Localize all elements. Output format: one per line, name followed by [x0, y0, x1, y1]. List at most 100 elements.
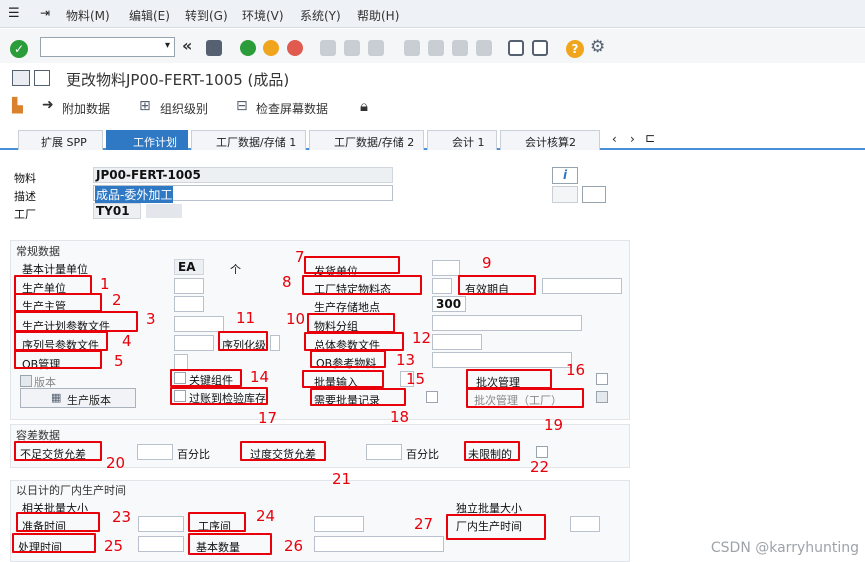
batch-mgmt-checkbox[interactable]	[596, 373, 608, 385]
issue-unit-field[interactable]	[432, 260, 460, 276]
menu-help[interactable]: 帮助(H)	[357, 7, 399, 24]
tab-list-icon[interactable]: ⊏	[645, 131, 655, 145]
prod-version-button[interactable]: ▦ 生产版本	[20, 388, 136, 408]
setup-time-field[interactable]	[138, 516, 184, 532]
tab-work-scheduling[interactable]: 工作计划	[106, 130, 188, 150]
prod-sched-profile-field[interactable]	[174, 316, 224, 332]
annotation-box-24	[188, 512, 246, 532]
back-icon[interactable]	[240, 40, 256, 56]
tab-label: 工厂数据/存储 1	[216, 136, 297, 149]
shortcut-icon[interactable]	[532, 40, 548, 56]
application-toolbar: ▙ ➜ 附加数据 ⊞ 组织级别 ⊟ 检查屏幕数据 🔒︎	[0, 95, 865, 121]
next-page-icon[interactable]	[452, 40, 468, 56]
tab-label: 工厂数据/存储 2	[334, 136, 415, 149]
annotation-number-2: 2	[112, 291, 122, 309]
annotation-number-10: 10	[286, 310, 306, 328]
glasses-icon[interactable]	[552, 186, 578, 203]
info-icon[interactable]: i	[552, 167, 578, 184]
double-chevron-icon[interactable]: «	[182, 36, 192, 55]
prod-unit-field[interactable]	[174, 278, 204, 294]
storage-loc-value: 300	[436, 297, 462, 311]
annotation-box-27	[446, 514, 546, 540]
ob-mgmt-field[interactable]	[174, 354, 188, 370]
watermark: CSDN @karryhunting	[710, 540, 859, 556]
interoperation-field[interactable]	[314, 516, 364, 532]
serial-profile-field[interactable]	[174, 335, 214, 351]
document-icon[interactable]	[582, 186, 606, 203]
description-label: 描述	[14, 190, 36, 203]
prod-version-icon: ▦	[51, 391, 62, 404]
exit-nav-icon[interactable]	[263, 40, 279, 56]
tab-accounting-2[interactable]: 会计核算2	[500, 130, 600, 150]
unlimited-checkbox[interactable]	[536, 446, 548, 458]
first-page-icon[interactable]	[404, 40, 420, 56]
base-uom-text: 个	[230, 263, 241, 276]
other-object-icon[interactable]	[34, 70, 50, 86]
menu-edit[interactable]: 编辑(E)	[129, 7, 170, 24]
material-group-field[interactable]	[432, 315, 582, 331]
prod-version-label: 生产版本	[67, 394, 111, 407]
prod-supervisor-field[interactable]	[174, 296, 204, 312]
org-levels-button[interactable]: 组织级别	[160, 100, 208, 117]
annotation-box-22	[464, 441, 520, 461]
gear-icon[interactable]: ⚙	[590, 37, 605, 57]
annotation-box-10	[307, 313, 395, 333]
over-delivery-field[interactable]	[366, 444, 402, 460]
print-icon[interactable]	[320, 40, 336, 56]
chevron-right-icon[interactable]: ›	[630, 132, 635, 146]
serialization-field[interactable]	[270, 335, 280, 351]
annotation-number-19: 19	[544, 416, 564, 434]
tab-label: 会计 1	[452, 136, 485, 149]
prev-page-icon[interactable]	[428, 40, 444, 56]
plant-name-redacted	[146, 204, 182, 218]
base-quantity-field[interactable]	[314, 536, 444, 552]
help-icon[interactable]: ?	[566, 40, 584, 58]
find-icon[interactable]	[344, 40, 360, 56]
under-delivery-field[interactable]	[137, 444, 173, 460]
arrow-right-icon[interactable]: ➜	[42, 97, 54, 113]
org-hierarchy-icon[interactable]: ⊞	[139, 98, 151, 114]
overall-profile-field[interactable]	[432, 334, 482, 350]
tab-accounting-1[interactable]: 会计 1	[427, 130, 497, 150]
ob-ref-material-field[interactable]	[432, 352, 572, 368]
new-session-icon[interactable]	[508, 40, 524, 56]
tab-extended-spp[interactable]: 扩展 SPP	[18, 130, 103, 150]
last-page-icon[interactable]	[476, 40, 492, 56]
check-screen-icon[interactable]: ⊟	[236, 98, 248, 114]
annotation-number-18: 18	[390, 408, 410, 426]
inhouse-title: 以日计的厂内生产时间	[16, 484, 126, 497]
cancel-icon[interactable]	[287, 40, 303, 56]
exit-icon[interactable]: ⇥	[40, 6, 50, 20]
menu-material[interactable]: 物料(M)	[66, 7, 110, 24]
check-screen-button[interactable]: 检查屏幕数据	[256, 100, 328, 117]
find-next-icon[interactable]	[368, 40, 384, 56]
annotation-number-20: 20	[106, 454, 126, 472]
inhouse-prod-time-field[interactable]	[570, 516, 600, 532]
attachment-icon[interactable]: ▙	[12, 98, 23, 114]
menu-environment[interactable]: 环境(V)	[242, 7, 284, 24]
processing-time-field[interactable]	[138, 536, 184, 552]
annotation-box-13	[310, 350, 386, 368]
annotation-box-17	[170, 387, 268, 405]
plant-status-field[interactable]	[432, 278, 452, 294]
annotation-box-19	[466, 388, 584, 408]
display-change-icon[interactable]	[12, 70, 30, 86]
command-field[interactable]: ▾	[40, 37, 175, 57]
lock-icon[interactable]: 🔒︎	[360, 97, 368, 115]
tab-plant-storage-1[interactable]: 工厂数据/存储 1	[191, 130, 306, 150]
save-icon[interactable]	[206, 40, 222, 56]
valid-from-field[interactable]	[542, 278, 622, 294]
annotation-box-3	[14, 311, 138, 332]
annotation-box-5	[14, 350, 102, 369]
batch-record-req-checkbox[interactable]	[426, 391, 438, 403]
additional-data-button[interactable]: 附加数据	[62, 100, 110, 117]
chevron-left-icon[interactable]: ‹	[612, 132, 617, 146]
annotation-box-25	[12, 533, 96, 553]
enter-icon[interactable]: ✓	[10, 40, 28, 58]
chevron-down-icon[interactable]: ▾	[165, 40, 170, 51]
tab-label: 扩展 SPP	[41, 136, 87, 149]
menu-icon[interactable]: ☰	[8, 6, 20, 21]
menu-goto[interactable]: 转到(G)	[185, 7, 228, 24]
tab-plant-storage-2[interactable]: 工厂数据/存储 2	[309, 130, 424, 150]
menu-system[interactable]: 系统(Y)	[300, 7, 341, 24]
